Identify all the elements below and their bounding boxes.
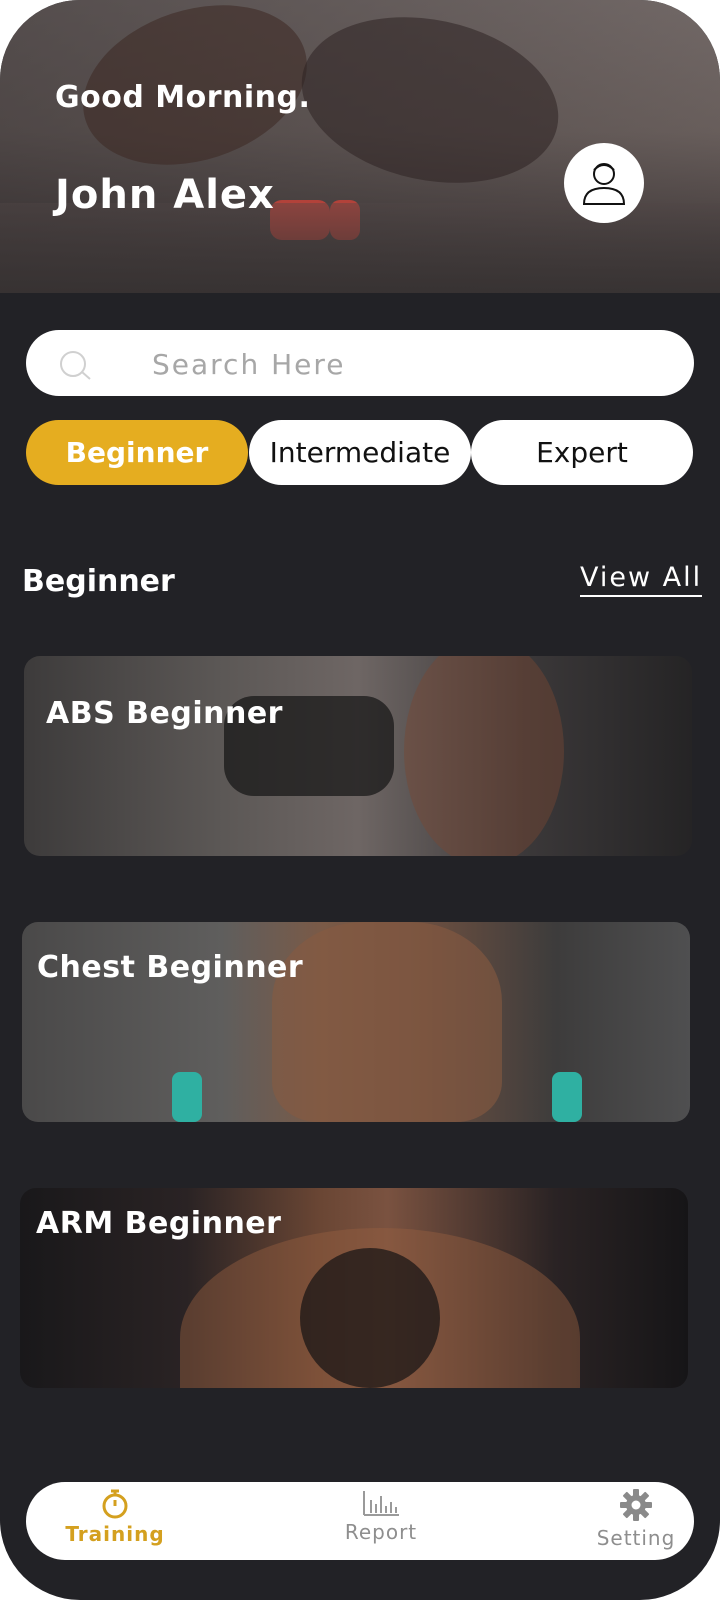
- search-input[interactable]: [150, 342, 674, 386]
- nav-setting[interactable]: Setting: [566, 1488, 706, 1550]
- profile-button[interactable]: [564, 143, 644, 223]
- nav-label: Setting: [596, 1526, 676, 1550]
- workout-card-arm[interactable]: ARM Beginner: [20, 1188, 688, 1388]
- stopwatch-icon: [102, 1489, 128, 1519]
- tab-expert[interactable]: Expert: [471, 420, 693, 485]
- search-bar[interactable]: [26, 330, 694, 396]
- nav-label: Training: [65, 1522, 165, 1546]
- card-photo-shape: [172, 1072, 202, 1122]
- tab-beginner[interactable]: Beginner: [26, 420, 248, 485]
- card-photo-shape: [300, 1248, 440, 1388]
- workout-card-abs[interactable]: ABS Beginner: [24, 656, 692, 856]
- section-title: Beginner: [22, 564, 175, 599]
- nav-report[interactable]: Report: [306, 1488, 456, 1544]
- bar-chart-icon: [363, 1491, 399, 1516]
- nav-label: Report: [344, 1520, 418, 1544]
- user-name: John Alex: [55, 172, 275, 218]
- tab-intermediate[interactable]: Intermediate: [249, 420, 471, 485]
- search-icon: [60, 351, 91, 380]
- view-all-link[interactable]: View All: [580, 562, 703, 597]
- user-icon: [582, 163, 626, 205]
- hero-banner: Good Morning. John Alex: [0, 0, 720, 293]
- card-photo-shape: [272, 922, 502, 1122]
- workout-card-chest[interactable]: Chest Beginner: [22, 922, 690, 1122]
- workout-card-label: ABS Beginner: [46, 696, 283, 731]
- bottom-nav: Training Report Setting: [26, 1482, 694, 1560]
- card-photo-shape: [552, 1072, 582, 1122]
- gear-icon: [620, 1489, 652, 1521]
- app-screen: Good Morning. John Alex Beginner Interme…: [0, 0, 720, 1600]
- card-photo-shape: [404, 656, 564, 856]
- greeting-text: Good Morning.: [55, 80, 311, 115]
- workout-card-label: ARM Beginner: [36, 1206, 282, 1241]
- nav-training[interactable]: Training: [50, 1488, 180, 1546]
- workout-card-label: Chest Beginner: [37, 950, 304, 985]
- hero-photo-figure: [286, 0, 574, 206]
